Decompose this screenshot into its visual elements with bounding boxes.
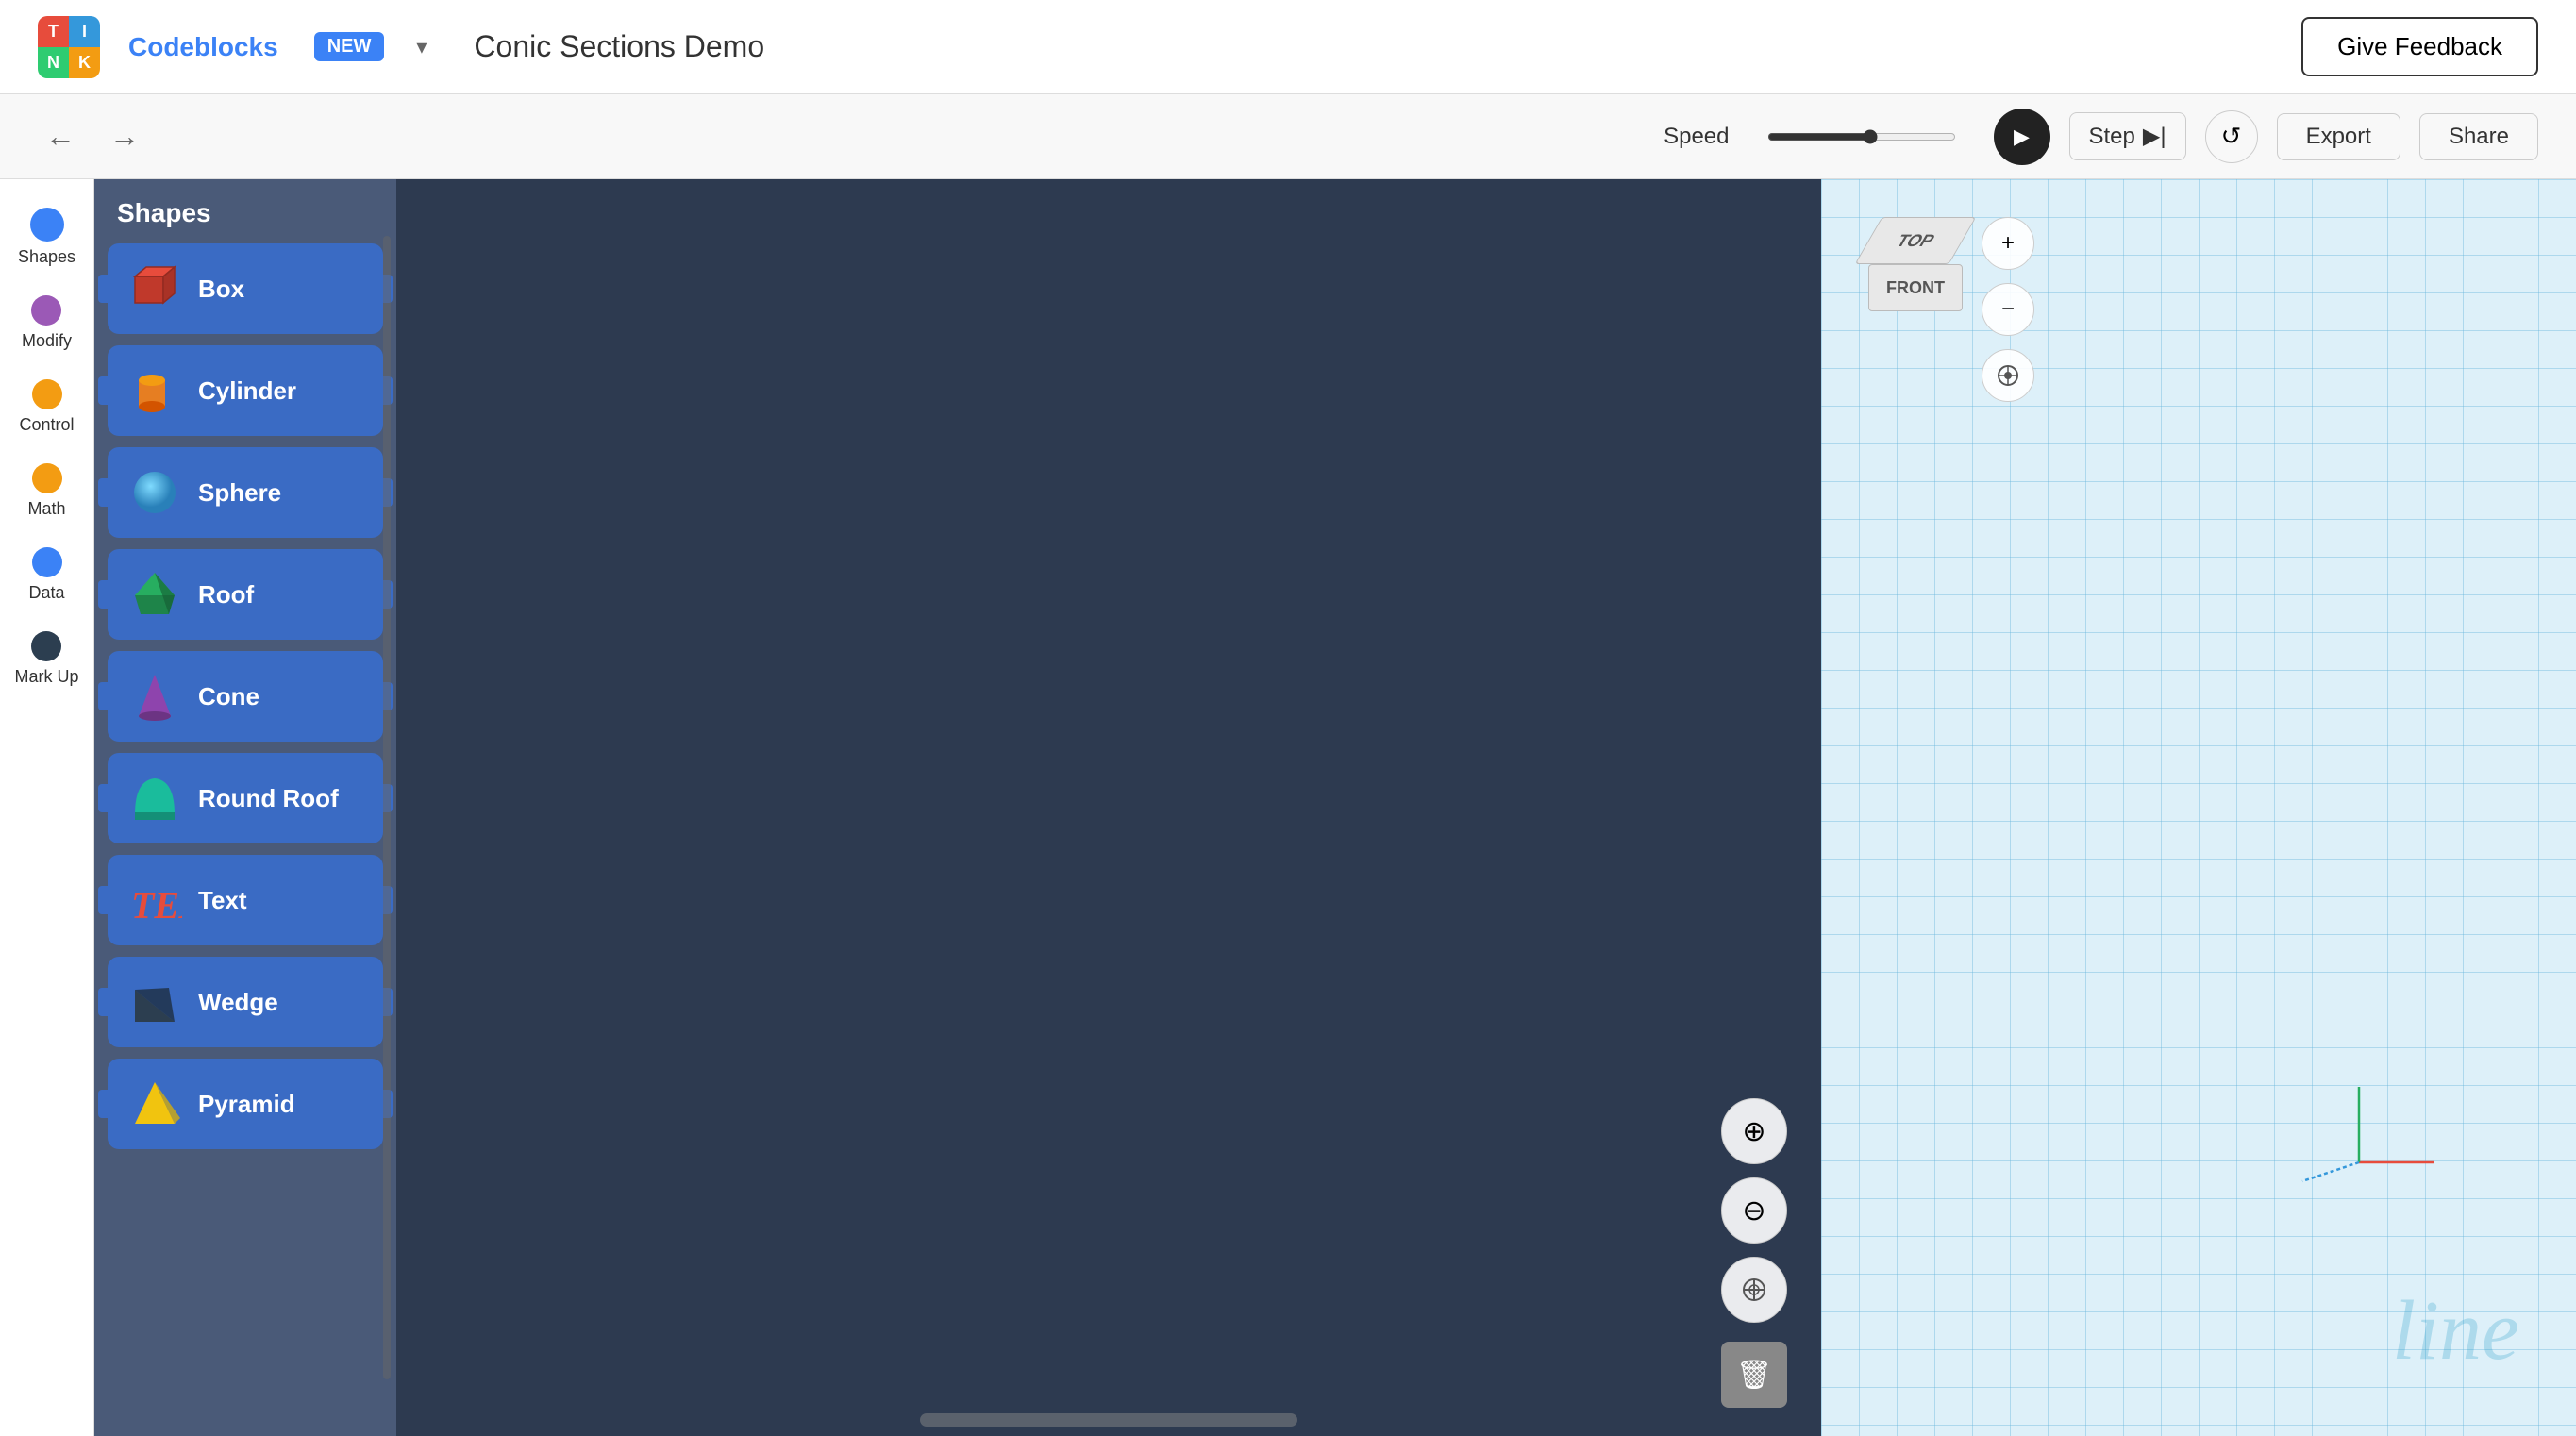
sidebar-item-modify[interactable]: Modify — [14, 286, 79, 360]
main-layout: Shapes Modify Control Math Data Mark Up … — [0, 179, 2576, 1436]
viewport-grid — [1821, 179, 2576, 1436]
math-dot — [32, 463, 62, 493]
toolbar: ← → Speed ▶ Step ▶| ↺ Export Share — [0, 94, 2576, 179]
shape-block-wedge[interactable]: Wedge — [108, 957, 383, 1047]
logo-cell-t: T — [38, 16, 69, 47]
view-zoom-in-button[interactable]: + — [1982, 217, 2034, 270]
pyramid-icon — [126, 1076, 183, 1132]
logo-cell-n: N — [38, 47, 69, 78]
text-icon: TEXT — [126, 872, 183, 928]
zoom-fit-icon — [1741, 1277, 1767, 1303]
give-feedback-button[interactable]: Give Feedback — [2301, 17, 2538, 76]
markup-label: Mark Up — [14, 667, 78, 687]
brand-name: Codeblocks — [128, 32, 278, 62]
viewport-watermark: line — [2392, 1282, 2519, 1379]
cube-front-label: FRONT — [1886, 278, 1945, 298]
sidebar-item-data[interactable]: Data — [21, 538, 72, 612]
box-icon — [126, 260, 183, 317]
cone-label: Cone — [198, 682, 259, 711]
svg-text:TEXT: TEXT — [131, 884, 182, 927]
text-label: Text — [198, 886, 247, 915]
project-title[interactable]: Conic Sections Demo — [474, 29, 764, 64]
zoom-fit-button[interactable] — [1721, 1257, 1787, 1323]
shapes-label: Shapes — [18, 247, 75, 267]
cone-icon — [126, 668, 183, 725]
tinkercad-logo: T I N K — [38, 16, 100, 78]
cylinder-icon — [126, 362, 183, 419]
math-label: Math — [27, 499, 65, 519]
bottom-scrollbar[interactable] — [920, 1413, 1297, 1427]
brand-dropdown-icon[interactable]: ▾ — [416, 35, 427, 59]
pyramid-label: Pyramid — [198, 1090, 295, 1119]
sphere-icon — [126, 464, 183, 521]
cube-top-label: TOP — [1893, 231, 1939, 251]
modify-label: Modify — [22, 331, 72, 351]
cylinder-label: Cylinder — [198, 376, 296, 406]
step-icon: ▶| — [2143, 123, 2166, 150]
shapes-panel-header: Shapes — [94, 179, 396, 238]
wedge-label: Wedge — [198, 988, 278, 1017]
axis-lines — [2283, 1087, 2434, 1200]
roof-icon — [126, 566, 183, 623]
wedge-icon — [126, 974, 183, 1030]
markup-dot — [31, 631, 61, 661]
trash-button[interactable]: 🗑 — [1721, 1342, 1787, 1408]
modify-dot — [31, 295, 61, 326]
box-label: Box — [198, 275, 244, 304]
round-roof-label: Round Roof — [198, 784, 339, 813]
zoom-in-button[interactable]: ⊕ — [1721, 1098, 1787, 1164]
speed-slider[interactable] — [1767, 129, 1956, 144]
view-zoom-out-button[interactable]: − — [1982, 283, 2034, 336]
step-label: Step — [2089, 124, 2135, 150]
redo-button[interactable]: → — [102, 111, 147, 161]
categories-sidebar: Shapes Modify Control Math Data Mark Up — [0, 179, 94, 1436]
cube-front-face[interactable]: FRONT — [1868, 264, 1963, 311]
logo-cell-i: I — [69, 16, 100, 47]
view-orient-button[interactable] — [1982, 349, 2034, 402]
shape-block-cone[interactable]: Cone — [108, 651, 383, 742]
step-button[interactable]: Step ▶| — [2069, 112, 2186, 160]
roof-label: Roof — [198, 580, 254, 609]
logo-cell-k: K — [69, 47, 100, 78]
speed-label: Speed — [1664, 124, 1729, 150]
round-roof-icon — [126, 770, 183, 827]
scroll-track[interactable] — [383, 236, 391, 1379]
3d-viewport: TOP FRONT + − l — [1821, 179, 2576, 1436]
data-dot — [32, 547, 62, 577]
shape-block-pyramid[interactable]: Pyramid — [108, 1059, 383, 1149]
zoom-controls: ⊕ ⊖ — [1721, 1098, 1787, 1323]
data-label: Data — [28, 583, 64, 603]
new-badge: NEW — [314, 32, 385, 61]
shapes-dot — [30, 208, 64, 242]
sidebar-item-math[interactable]: Math — [20, 454, 73, 528]
share-button[interactable]: Share — [2419, 113, 2538, 160]
shape-block-roof[interactable]: Roof — [108, 549, 383, 640]
sphere-label: Sphere — [198, 478, 281, 508]
sidebar-item-control[interactable]: Control — [11, 370, 81, 444]
cube-top-face[interactable]: TOP — [1855, 217, 1977, 264]
export-button[interactable]: Export — [2277, 113, 2400, 160]
undo-button[interactable]: ← — [38, 111, 83, 161]
control-label: Control — [19, 415, 74, 435]
shape-block-text[interactable]: TEXT Text — [108, 855, 383, 945]
shape-block-sphere[interactable]: Sphere — [108, 447, 383, 538]
shape-block-round-roof[interactable]: Round Roof — [108, 753, 383, 843]
shapes-panel: Shapes Box Cylinder — [94, 179, 396, 1436]
code-editor[interactable]: ⊕ ⊖ 🗑 — [396, 179, 1821, 1436]
zoom-out-button[interactable]: ⊖ — [1721, 1177, 1787, 1244]
shape-block-box[interactable]: Box — [108, 243, 383, 334]
control-dot — [32, 379, 62, 409]
orient-icon — [1996, 363, 2020, 388]
view-cube[interactable]: TOP FRONT — [1859, 217, 1972, 330]
reset-button[interactable]: ↺ — [2205, 110, 2258, 163]
sidebar-item-markup[interactable]: Mark Up — [7, 622, 86, 696]
play-button[interactable]: ▶ — [1994, 109, 2050, 165]
sidebar-item-shapes[interactable]: Shapes — [10, 198, 83, 276]
view-controls: + − — [1982, 217, 2034, 402]
shape-block-cylinder[interactable]: Cylinder — [108, 345, 383, 436]
top-bar: T I N K Codeblocks NEW ▾ Conic Sections … — [0, 0, 2576, 94]
